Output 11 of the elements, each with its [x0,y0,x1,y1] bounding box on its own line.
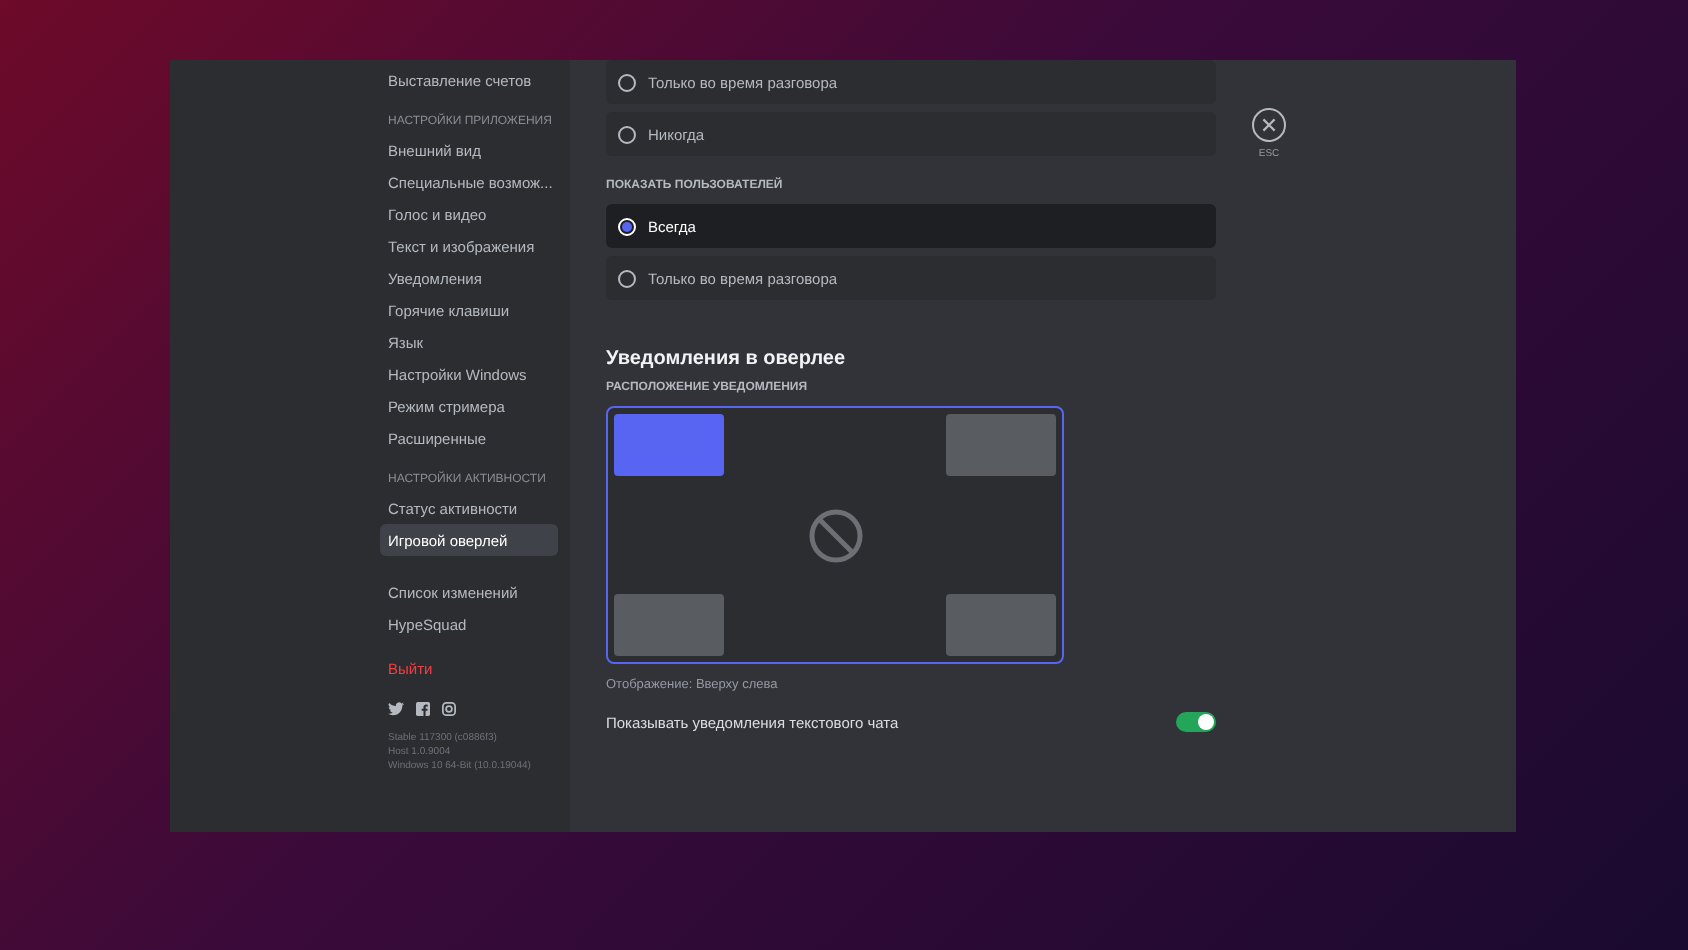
radio-button[interactable] [618,73,636,91]
section-title: Уведомления в оверлее [606,348,848,370]
facebook-icon[interactable] [416,702,430,716]
close-button[interactable] [1252,108,1286,142]
instagram-icon[interactable] [442,702,456,716]
twitter-icon[interactable] [388,702,404,716]
radio-button[interactable] [618,269,636,287]
toggle-switch[interactable] [1176,712,1216,732]
close-icon [1262,118,1276,132]
radio-button[interactable] [618,125,636,143]
prohibited-icon [807,507,863,563]
